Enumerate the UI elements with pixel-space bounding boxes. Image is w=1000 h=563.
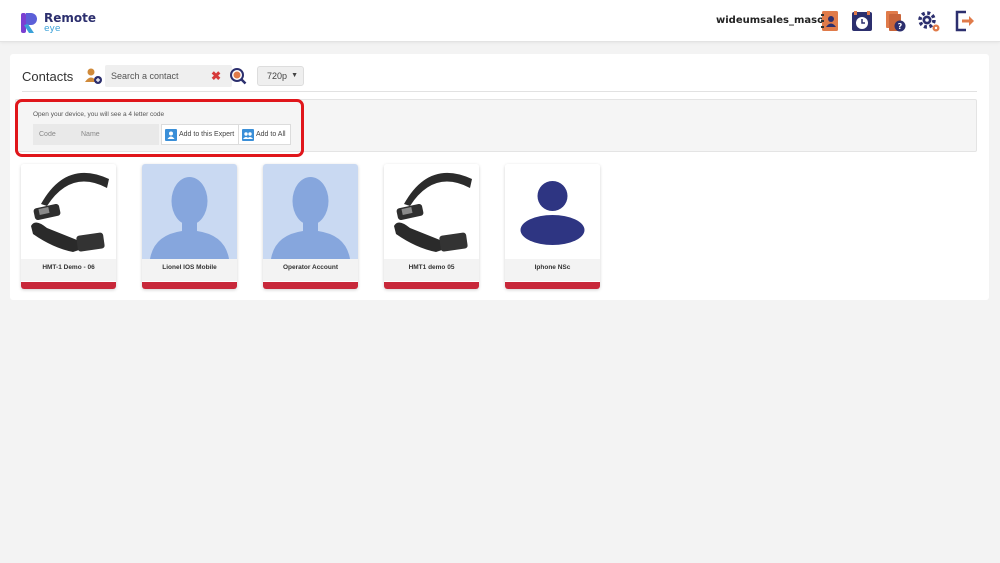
status-bar bbox=[142, 282, 237, 289]
resolution-select[interactable]: 720p ▼ bbox=[257, 66, 304, 86]
status-bar bbox=[505, 282, 600, 289]
add-to-all-label: Add to All bbox=[256, 131, 286, 138]
add-expert-icon bbox=[165, 128, 177, 141]
add-contact-icon[interactable] bbox=[82, 65, 104, 87]
status-bar bbox=[263, 282, 358, 289]
add-to-all-button[interactable]: Add to All bbox=[238, 124, 291, 145]
help-files-icon[interactable]: ? bbox=[883, 9, 907, 33]
page-title: Contacts bbox=[22, 69, 74, 84]
contact-card[interactable]: Iphone NSc bbox=[505, 164, 600, 289]
contact-card[interactable]: HMT-1 Demo - 06 bbox=[21, 164, 116, 289]
headset-image bbox=[21, 164, 116, 259]
app-title: Remote bbox=[44, 11, 97, 25]
pairing-hint: Open your device, you will see a 4 lette… bbox=[33, 111, 165, 118]
add-to-expert-button[interactable]: Add to this Expert bbox=[161, 124, 240, 145]
contact-name: Iphone NSc bbox=[505, 259, 600, 281]
contact-card[interactable]: HMT1 demo 05 bbox=[384, 164, 479, 289]
app-subtitle: eye bbox=[44, 24, 61, 34]
search-input[interactable] bbox=[105, 65, 205, 87]
clear-search-icon[interactable]: ✖ bbox=[211, 69, 221, 83]
status-bar bbox=[21, 282, 116, 289]
status-bar bbox=[384, 282, 479, 289]
app-logo[interactable]: Remote eye bbox=[20, 12, 96, 34]
logout-icon[interactable] bbox=[953, 9, 977, 33]
contact-name: Operator Account bbox=[263, 259, 358, 281]
placeholder-silhouette-image bbox=[142, 164, 237, 259]
username: wideumsales_masot bbox=[716, 15, 829, 26]
contacts-book-icon[interactable] bbox=[818, 9, 842, 33]
search-icon[interactable] bbox=[227, 65, 249, 87]
svg-text:?: ? bbox=[898, 22, 903, 31]
settings-gears-icon[interactable] bbox=[917, 9, 941, 33]
add-to-expert-label: Add to this Expert bbox=[179, 131, 235, 138]
contact-name: HMT1 demo 05 bbox=[384, 259, 479, 281]
add-all-icon bbox=[242, 128, 254, 141]
history-clock-icon[interactable] bbox=[850, 9, 874, 33]
divider bbox=[22, 91, 977, 92]
headset-image bbox=[384, 164, 479, 259]
user-avatar-icon bbox=[505, 164, 600, 259]
placeholder-silhouette-image bbox=[263, 164, 358, 259]
resolution-value: 720p bbox=[267, 71, 288, 81]
contact-card[interactable]: Operator Account bbox=[263, 164, 358, 289]
chevron-down-icon: ▼ bbox=[291, 72, 298, 79]
contact-name: HMT-1 Demo - 06 bbox=[21, 259, 116, 281]
contact-card[interactable]: Lionel IOS Mobile bbox=[142, 164, 237, 289]
logo-icon bbox=[21, 13, 37, 33]
search-box: ✖ bbox=[105, 65, 232, 87]
top-bar: Remote eye wideumsales_masot ? bbox=[0, 0, 1000, 42]
code-field[interactable] bbox=[33, 124, 75, 145]
contact-name: Lionel IOS Mobile bbox=[142, 259, 237, 281]
name-field[interactable] bbox=[75, 124, 159, 145]
